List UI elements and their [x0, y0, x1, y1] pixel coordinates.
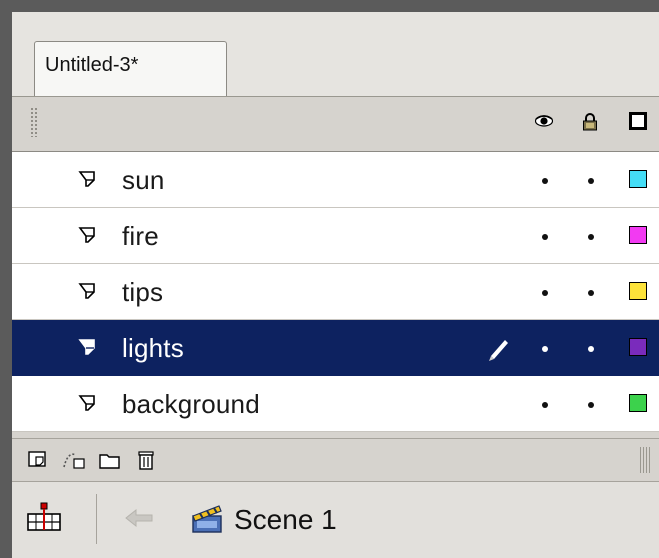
visibility-dot[interactable] — [542, 178, 548, 184]
layer-icon — [78, 283, 95, 299]
pencil-icon — [489, 340, 508, 361]
document-tab[interactable]: Untitled-3* — [34, 41, 227, 96]
outline-color-swatch[interactable] — [629, 338, 647, 356]
visibility-dot[interactable] — [542, 234, 548, 240]
layer-icon — [78, 395, 95, 411]
lock-dot[interactable] — [588, 234, 594, 240]
layer-icon — [78, 339, 95, 355]
layer-row-fire[interactable]: fire — [12, 208, 659, 264]
layer-header-row — [12, 97, 659, 152]
outline-color-swatch[interactable] — [629, 170, 647, 188]
lock-icon[interactable] — [582, 113, 598, 131]
trash-icon[interactable] — [134, 449, 158, 471]
layer-row-lights[interactable]: lights — [12, 320, 659, 376]
lock-dot[interactable] — [588, 402, 594, 408]
visibility-dot[interactable] — [542, 290, 548, 296]
new-folder-icon[interactable] — [98, 449, 122, 471]
lock-dot[interactable] — [588, 346, 594, 352]
outline-color-swatch[interactable] — [629, 394, 647, 412]
layer-toolbar — [12, 438, 659, 481]
document-tab-bar: Untitled-3* — [12, 12, 659, 97]
document-tab-label: Untitled-3* — [45, 54, 139, 76]
layer-name: lights — [122, 333, 184, 363]
new-layer-icon[interactable] — [26, 449, 50, 471]
scene-bar: Scene 1 — [12, 481, 659, 558]
scene-separator — [96, 494, 97, 544]
layer-name: tips — [122, 277, 164, 307]
layer-name: sun — [122, 165, 165, 195]
layer-name: background — [122, 389, 260, 419]
timeline-panel: Untitled-3* sun fire tips lights backgro… — [12, 12, 659, 558]
lock-dot[interactable] — [588, 290, 594, 296]
timeline-icon[interactable] — [26, 500, 62, 536]
motion-guide-icon[interactable] — [62, 449, 86, 471]
scene-label[interactable]: Scene 1 — [234, 504, 337, 536]
layer-name: fire — [122, 221, 159, 251]
layer-row-sun[interactable]: sun — [12, 152, 659, 208]
panel-grip[interactable] — [30, 107, 38, 137]
layer-list: sun fire tips lights background — [12, 152, 659, 432]
scroll-grip[interactable] — [640, 447, 650, 473]
visibility-dot[interactable] — [542, 346, 548, 352]
outline-color-swatch[interactable] — [629, 226, 647, 244]
outline-color-swatch[interactable] — [629, 282, 647, 300]
eye-icon[interactable] — [535, 115, 553, 127]
clapperboard-icon — [192, 505, 222, 533]
visibility-dot[interactable] — [542, 402, 548, 408]
back-arrow-icon[interactable] — [124, 508, 154, 528]
outline-icon[interactable] — [629, 112, 647, 130]
layer-icon — [78, 171, 95, 187]
layer-icon — [78, 227, 95, 243]
layer-row-background[interactable]: background — [12, 376, 659, 432]
lock-dot[interactable] — [588, 178, 594, 184]
layer-row-tips[interactable]: tips — [12, 264, 659, 320]
